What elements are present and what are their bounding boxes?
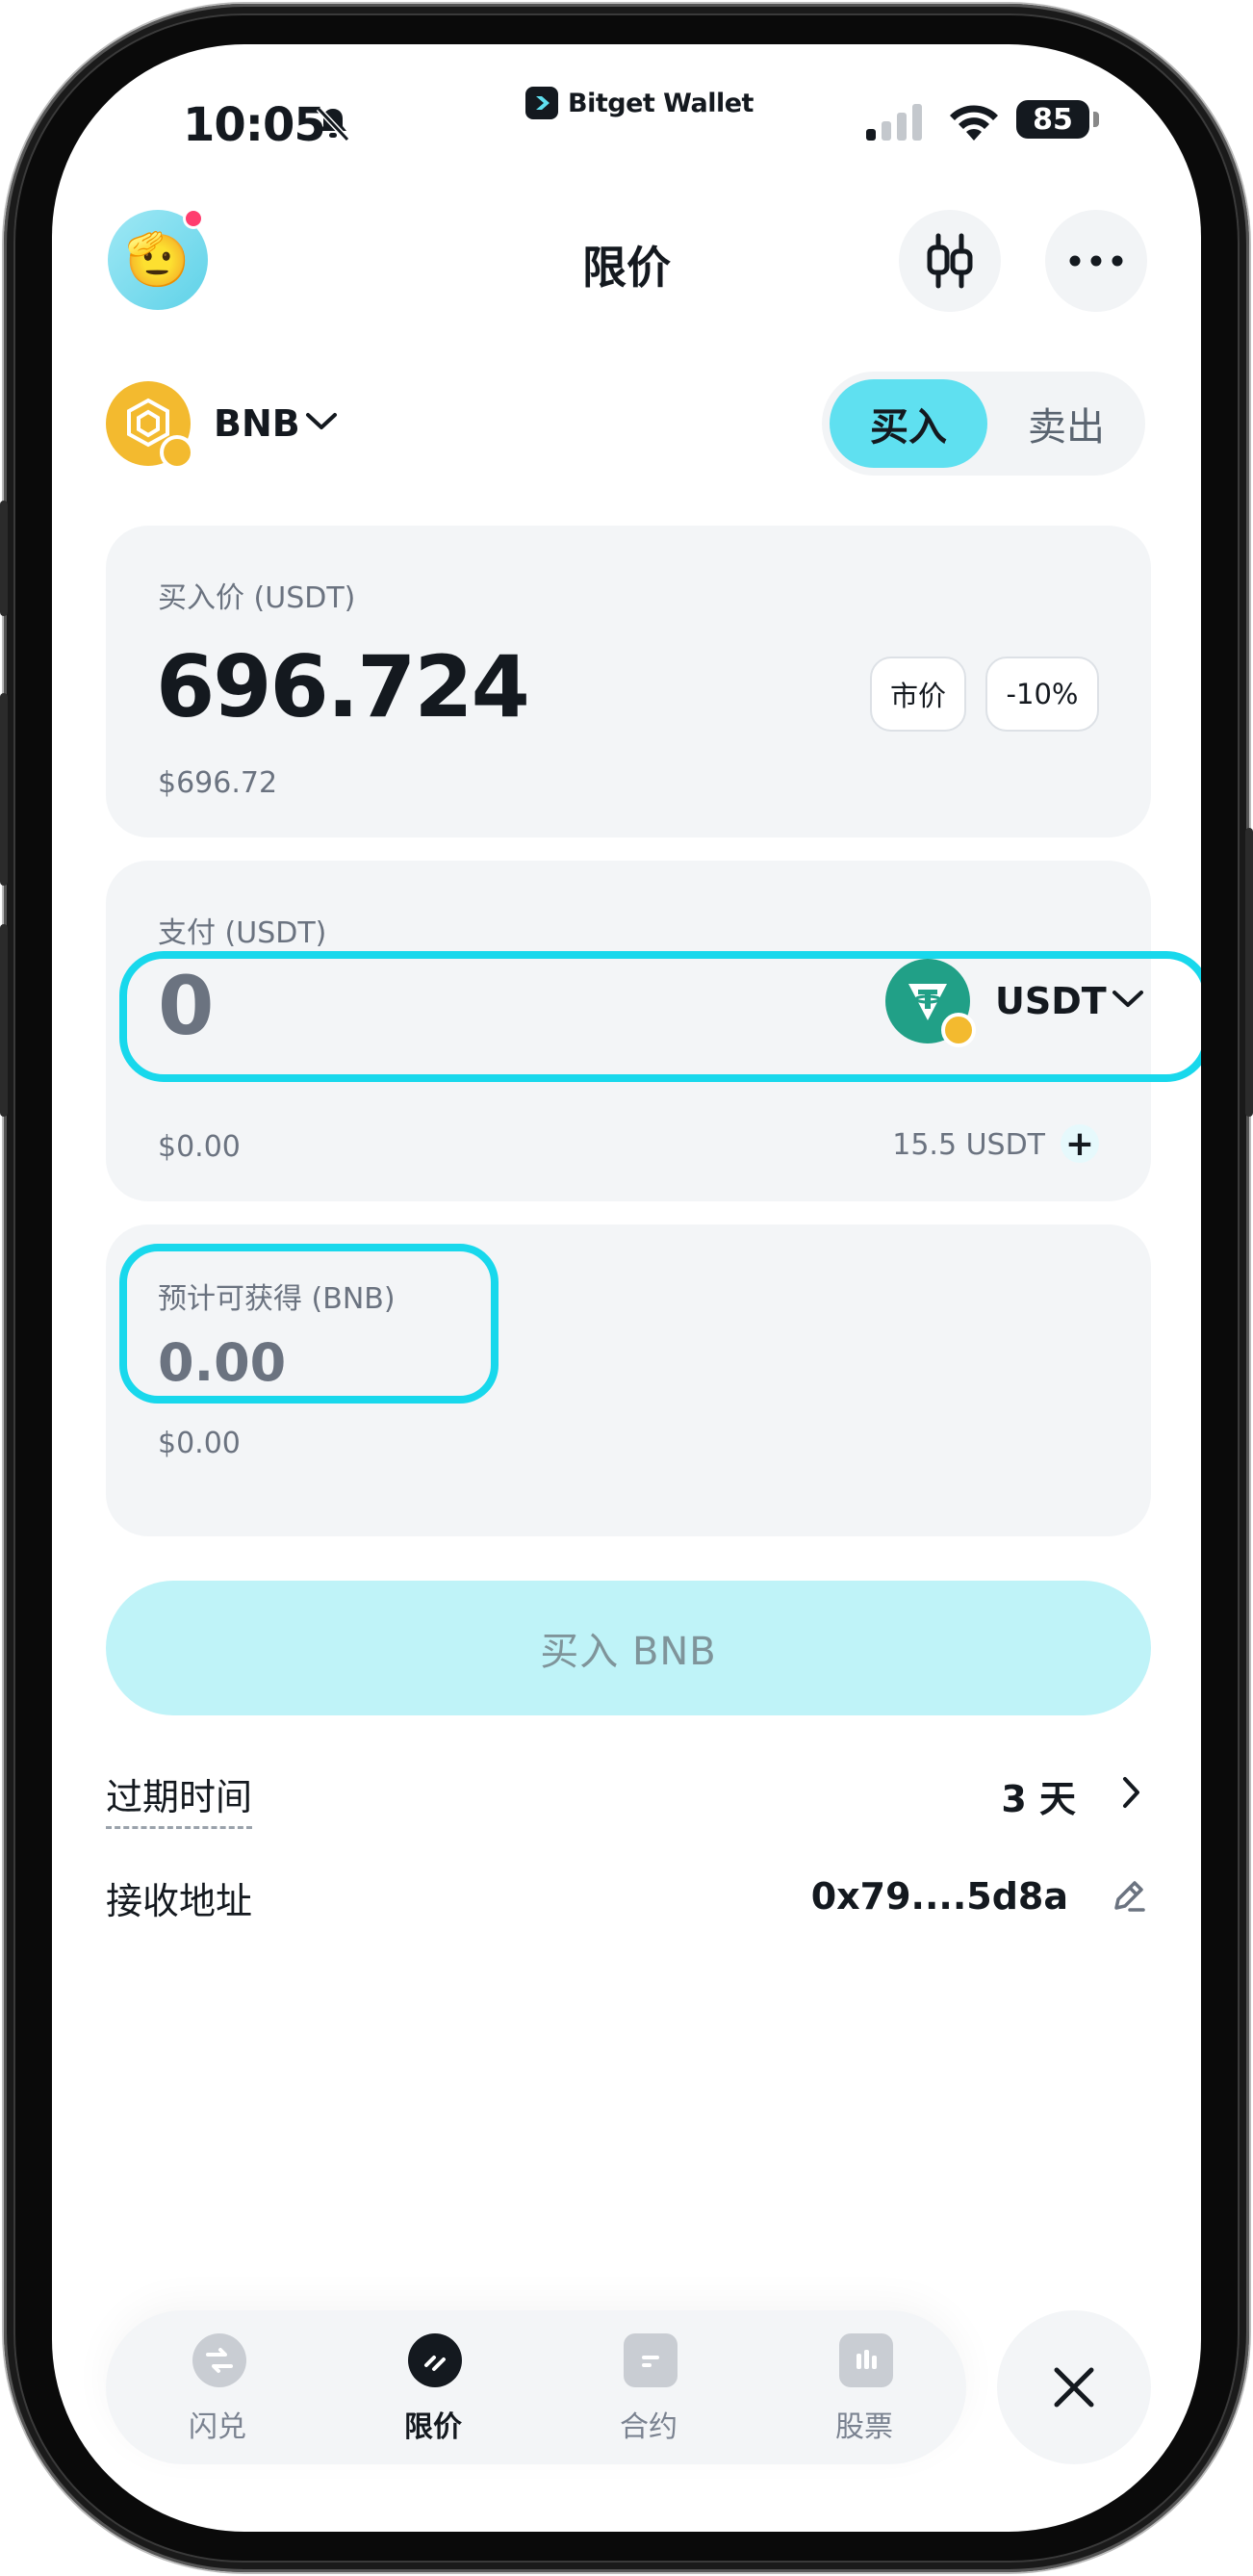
edit-pencil-icon[interactable] <box>1109 1877 1147 1916</box>
nav-label-stocks: 股票 <box>835 2410 893 2444</box>
chart-button[interactable] <box>899 210 1001 312</box>
cellular-signal-icon <box>866 104 922 141</box>
expiry-label[interactable]: 过期时间 <box>106 1767 253 1829</box>
candlestick-icon <box>927 233 973 289</box>
receive-address-label: 接收地址 <box>106 1880 253 1922</box>
add-funds-button[interactable]: + <box>1061 1123 1099 1164</box>
discount-button[interactable]: -10% <box>985 657 1099 732</box>
price-usd-value: $696.72 <box>158 766 278 800</box>
usdt-balance: 15.5 USDT <box>892 1128 1045 1162</box>
side-button-mute <box>0 501 8 616</box>
battery-indicator: 85 <box>1016 100 1089 139</box>
stocks-icon <box>839 2333 893 2387</box>
receive-usd-value: $0.00 <box>158 1427 241 1460</box>
bell-muted-icon <box>316 106 350 142</box>
nav-item-limit[interactable]: 限价 <box>327 2310 539 2464</box>
pay-input-highlight <box>119 951 1201 1082</box>
sell-tab[interactable]: 卖出 <box>995 379 1138 468</box>
chevron-right-icon[interactable] <box>1120 1775 1143 1810</box>
notification-dot <box>183 208 204 229</box>
chain-badge-icon <box>160 435 194 470</box>
more-dots-icon <box>1069 255 1123 267</box>
buy-submit-button[interactable]: 买入 BNB <box>106 1581 1151 1715</box>
status-brand-name: Bitget Wallet <box>568 88 754 118</box>
buy-tab[interactable]: 买入 <box>830 379 987 468</box>
pay-usd-value: $0.00 <box>158 1130 241 1164</box>
chevron-down-icon[interactable] <box>304 410 339 433</box>
bottom-nav: 闪兑 限价 合约 股票 <box>106 2310 966 2464</box>
app-screen: 10:05 Bitget Wallet 85 🫡 限价 BNB 买入 卖出 买入… <box>52 44 1201 2532</box>
side-button-power <box>1245 828 1253 1117</box>
expiry-value[interactable]: 3 天 <box>1001 1769 1076 1822</box>
price-input[interactable]: 696.724 <box>156 637 530 736</box>
status-brand: Bitget Wallet <box>525 87 754 119</box>
contract-icon <box>624 2333 678 2387</box>
status-time: 10:05 <box>183 98 326 152</box>
nav-label-contract: 合约 <box>620 2410 678 2444</box>
battery-nub <box>1093 112 1099 127</box>
price-label: 买入价 (USDT) <box>158 581 356 615</box>
plus-icon: + <box>1064 1123 1095 1164</box>
limit-order-icon <box>408 2333 462 2387</box>
close-button[interactable] <box>997 2310 1151 2464</box>
close-icon <box>1054 2367 1094 2408</box>
page-title: 限价 <box>582 242 671 294</box>
buy-sell-toggle: 买入 卖出 <box>822 372 1145 476</box>
pay-label: 支付 (USDT) <box>158 916 327 950</box>
nav-item-swap[interactable]: 闪兑 <box>112 2310 323 2464</box>
market-price-button[interactable]: 市价 <box>870 657 966 732</box>
wifi-icon <box>950 105 998 141</box>
bitget-logo-icon <box>525 87 558 119</box>
receive-highlight <box>119 1244 499 1404</box>
nav-item-contract[interactable]: 合约 <box>543 2310 754 2464</box>
side-button-volume-up <box>0 693 8 886</box>
receive-address-value: 0x79....5d8a <box>810 1875 1068 1918</box>
price-card: 买入价 (USDT) 696.724 $696.72 市价 -10% <box>106 526 1151 837</box>
swap-icon <box>192 2333 246 2387</box>
side-button-volume-down <box>0 924 8 1117</box>
token-symbol[interactable]: BNB <box>214 402 300 445</box>
nav-label-swap: 闪兑 <box>189 2410 246 2444</box>
nav-item-stocks[interactable]: 股票 <box>758 2310 970 2464</box>
nav-label-limit: 限价 <box>404 2410 462 2444</box>
more-options-button[interactable] <box>1045 210 1147 312</box>
